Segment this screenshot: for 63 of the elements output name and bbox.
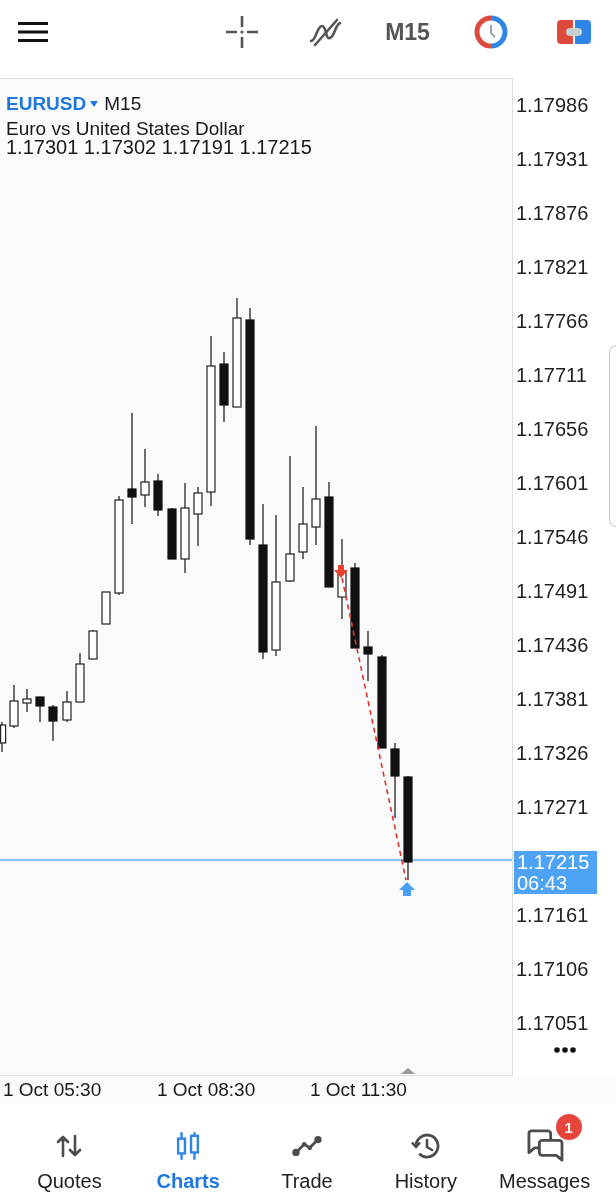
time-label: 1 Oct 11:30 xyxy=(310,1079,407,1101)
bullish-candle xyxy=(75,652,85,703)
nav-tab[interactable]: 1 Messages xyxy=(485,1104,604,1200)
ohlc-values: 1.17301 1.17302 1.17191 1.17215 xyxy=(6,138,312,157)
caret-icon xyxy=(90,101,99,107)
scroll-handle[interactable] xyxy=(609,345,616,527)
chat-bubbles-icon xyxy=(525,1129,564,1163)
price-label: 1.17051 xyxy=(516,1012,589,1034)
bearish-candle xyxy=(219,351,229,423)
bullish-candle xyxy=(193,486,203,547)
price-label: 1.17601 xyxy=(516,472,589,494)
price-label: 1.17491 xyxy=(516,580,589,602)
line-chart-icon xyxy=(291,1135,323,1157)
price-label: 1.17381 xyxy=(516,688,589,710)
price-label: 1.17106 xyxy=(516,958,589,980)
up-down-arrows-icon xyxy=(56,1134,83,1158)
split-switch-icon[interactable] xyxy=(556,19,591,44)
wave-line-icon[interactable] xyxy=(307,16,342,47)
symbol-description: Euro vs United States Dollar xyxy=(6,119,245,138)
price-label: 1.17271 xyxy=(516,796,589,818)
menu-icon[interactable] xyxy=(18,21,48,42)
price-label: 1.17161 xyxy=(516,904,589,926)
bullish-candle xyxy=(101,591,111,625)
price-label: 1.17821 xyxy=(516,256,589,278)
bearish-candle xyxy=(153,473,163,517)
bullish-candle xyxy=(9,684,19,729)
price-label: 1.17656 xyxy=(516,418,589,440)
nav-tab[interactable]: History xyxy=(366,1104,486,1200)
price-label: 1.17546 xyxy=(516,526,589,548)
time-label: 1 Oct 05:30 xyxy=(3,1079,102,1101)
nav-tab[interactable]: Quotes xyxy=(10,1104,129,1200)
more-icon[interactable] xyxy=(554,1047,576,1053)
nav-tab[interactable]: Trade xyxy=(247,1104,367,1200)
price-label: 1.17876 xyxy=(516,202,589,224)
up-arrow-icon xyxy=(399,882,415,896)
bearish-candle xyxy=(167,507,177,560)
time-label: 1 Oct 08:30 xyxy=(157,1079,256,1101)
current-price: 1.17215 xyxy=(517,852,590,873)
nav-tab[interactable]: Charts xyxy=(128,1104,248,1200)
bullish-candle xyxy=(22,688,32,713)
price-label: 1.17711 xyxy=(516,364,587,386)
bearish-candle xyxy=(363,630,373,682)
bullish-candle xyxy=(62,690,72,723)
history-icon xyxy=(410,1131,441,1161)
price-label: 1.17766 xyxy=(516,310,589,332)
bullish-candle xyxy=(140,448,150,508)
triangle-marker-icon xyxy=(401,1068,415,1074)
timeframe-button[interactable]: M15 xyxy=(385,18,430,45)
symbol-selector[interactable]: EURUSD xyxy=(6,93,99,115)
timeframe-label: M15 xyxy=(104,93,142,115)
notification-badge: 1 xyxy=(555,1114,582,1140)
ring-clock-icon[interactable] xyxy=(473,14,508,49)
crosshair-icon[interactable] xyxy=(225,15,258,48)
bar-countdown: 06:43 xyxy=(517,873,568,894)
down-arrow-icon xyxy=(334,565,348,578)
price-label: 1.17436 xyxy=(516,634,589,656)
candlestick-icon xyxy=(176,1131,201,1161)
bearish-candle xyxy=(35,696,45,723)
price-label: 1.17931 xyxy=(516,148,589,170)
price-label: 1.17326 xyxy=(516,742,589,764)
price-label: 1.17986 xyxy=(516,94,589,116)
bullish-candle xyxy=(88,629,98,660)
bearish-candle xyxy=(48,704,58,742)
